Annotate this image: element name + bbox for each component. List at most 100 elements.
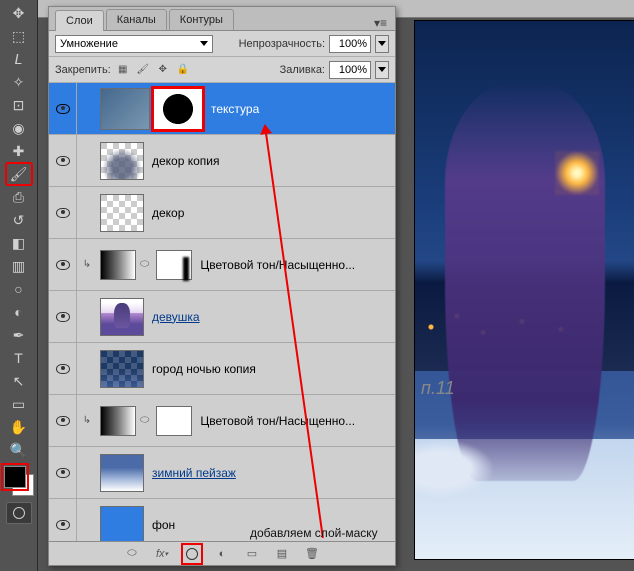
layer-thumbnail[interactable] — [100, 88, 150, 130]
layer-thumbnail[interactable] — [100, 142, 144, 180]
canvas-image: п.11 — [414, 20, 634, 560]
lock-position-icon[interactable]: ✥ — [155, 62, 171, 78]
adjustment-mask-thumbnail[interactable] — [156, 250, 192, 280]
adjustment-thumbnail[interactable] — [100, 406, 136, 436]
fill-dropdown-icon[interactable] — [375, 61, 389, 79]
eye-icon[interactable] — [56, 416, 70, 426]
magic-wand-tool[interactable]: ✧ — [6, 71, 32, 93]
layer-row[interactable]: декор — [49, 187, 395, 239]
gradient-tool[interactable]: ▥ — [6, 255, 32, 277]
eye-icon[interactable] — [56, 156, 70, 166]
fill-input[interactable]: 100% — [329, 61, 371, 79]
tab-layers[interactable]: Слои — [55, 10, 104, 31]
layer-name[interactable]: Цветовой тон/Насыщенно... — [200, 414, 355, 428]
layer-row[interactable]: ↳ ⬭ Цветовой тон/Насыщенно... — [49, 239, 395, 291]
layer-name[interactable]: зимний пейзаж — [152, 466, 236, 480]
eye-icon[interactable] — [56, 520, 70, 530]
layer-row[interactable]: девушка — [49, 291, 395, 343]
eye-icon[interactable] — [56, 364, 70, 374]
brush-tool[interactable]: 🖌 — [6, 163, 32, 185]
layer-name[interactable]: декор копия — [152, 154, 220, 168]
delete-layer-icon[interactable]: 🗑 — [304, 546, 320, 562]
shape-tool[interactable]: ▭ — [6, 393, 32, 415]
blur-tool[interactable]: ○ — [6, 278, 32, 300]
layer-thumbnail[interactable] — [100, 454, 144, 492]
tab-channels[interactable]: Каналы — [106, 9, 167, 30]
adjustment-layer-icon[interactable]: ◐ — [214, 546, 230, 562]
layer-row[interactable]: фон — [49, 499, 395, 541]
opacity-input[interactable]: 100% — [329, 35, 371, 53]
layer-thumbnail[interactable] — [100, 298, 144, 336]
panel-menu-icon[interactable]: ▾≡ — [366, 16, 395, 30]
lock-pixels-icon[interactable]: ▦ — [115, 62, 131, 78]
eye-icon[interactable] — [56, 208, 70, 218]
add-mask-icon[interactable] — [184, 546, 200, 562]
layer-row[interactable]: зимний пейзаж — [49, 447, 395, 499]
healing-tool[interactable]: ✚ — [6, 140, 32, 162]
lock-label: Закрепить: — [55, 64, 111, 76]
color-swatches[interactable] — [4, 466, 34, 496]
opacity-label: Непрозрачность: — [239, 38, 325, 50]
move-tool[interactable]: ✥ — [6, 2, 32, 24]
layer-thumbnail[interactable] — [100, 194, 144, 232]
layer-thumbnail[interactable] — [100, 350, 144, 388]
eyedropper-tool[interactable]: ◉ — [6, 117, 32, 139]
path-select-tool[interactable]: ↖ — [6, 370, 32, 392]
tab-paths[interactable]: Контуры — [169, 9, 234, 30]
zoom-tool[interactable]: 🔍 — [6, 439, 32, 461]
new-layer-icon[interactable]: ▤ — [274, 546, 290, 562]
clip-icon: ↳ — [83, 415, 91, 426]
hand-tool[interactable]: ✋ — [6, 416, 32, 438]
opacity-dropdown-icon[interactable] — [375, 35, 389, 53]
layers-panel: Слои Каналы Контуры ▾≡ Умножение Непрозр… — [48, 6, 396, 566]
blend-mode-select[interactable]: Умножение — [55, 35, 213, 53]
layers-list: текстура декор копия декор ↳ — [49, 83, 395, 541]
foreground-color-swatch[interactable] — [4, 466, 26, 488]
blend-opacity-row: Умножение Непрозрачность: 100% — [49, 31, 395, 57]
adjustment-thumbnail[interactable] — [100, 250, 136, 280]
layer-row[interactable]: город ночью копия — [49, 343, 395, 395]
lock-brush-icon[interactable]: 🖌 — [135, 62, 151, 78]
dodge-tool[interactable]: ◐ — [6, 301, 32, 323]
layer-name[interactable]: город ночью копия — [152, 362, 256, 376]
layer-name[interactable]: текстура — [211, 102, 259, 116]
chevron-down-icon — [200, 41, 208, 46]
clip-icon: ↳ — [83, 259, 91, 270]
marquee-tool[interactable]: ⬚ — [6, 25, 32, 47]
group-icon[interactable]: ▭ — [244, 546, 260, 562]
type-tool[interactable]: T — [6, 347, 32, 369]
layer-name[interactable]: фон — [152, 518, 175, 532]
lasso-tool[interactable]: 𝘓 — [6, 48, 32, 70]
history-brush-tool[interactable]: ↺ — [6, 209, 32, 231]
layer-name[interactable]: Цветовой тон/Насыщенно... — [200, 258, 355, 272]
adjustment-mask-thumbnail[interactable] — [156, 406, 192, 436]
fx-icon[interactable]: fx▾ — [154, 546, 170, 562]
fill-label: Заливка: — [280, 64, 325, 76]
layer-mask-thumbnail[interactable] — [153, 88, 203, 130]
layer-name[interactable]: декор — [152, 206, 184, 220]
blend-mode-value: Умножение — [60, 38, 118, 50]
eye-icon[interactable] — [56, 260, 70, 270]
layer-thumbnail[interactable] — [100, 506, 144, 542]
step-label: п.11 — [421, 378, 455, 399]
pen-tool[interactable]: ✒ — [6, 324, 32, 346]
panel-tabs: Слои Каналы Контуры ▾≡ — [49, 7, 395, 31]
layer-name[interactable]: девушка — [152, 310, 200, 324]
stamp-tool[interactable]: ⎙ — [6, 186, 32, 208]
link-icon: ⬭ — [136, 414, 153, 427]
layer-row[interactable]: ↳ ⬭ Цветовой тон/Насыщенно... — [49, 395, 395, 447]
tools-toolbar: ✥ ⬚ 𝘓 ✧ ⊡ ◉ ✚ 🖌 ⎙ ↺ ◧ ▥ ○ ◐ ✒ T ↖ ▭ ✋ 🔍 — [0, 0, 38, 571]
canvas-area[interactable]: п.11 — [406, 18, 634, 571]
eraser-tool[interactable]: ◧ — [6, 232, 32, 254]
eye-icon[interactable] — [56, 104, 70, 114]
layer-row[interactable]: декор копия — [49, 135, 395, 187]
layer-row[interactable]: текстура — [49, 83, 395, 135]
lock-fill-row: Закрепить: ▦ 🖌 ✥ 🔒 Заливка: 100% — [49, 57, 395, 83]
eye-icon[interactable] — [56, 312, 70, 322]
link-layers-icon[interactable]: ⬭ — [124, 546, 140, 562]
link-icon: ⬭ — [136, 258, 153, 271]
eye-icon[interactable] — [56, 468, 70, 478]
lock-all-icon[interactable]: 🔒 — [175, 62, 191, 78]
quick-mask-toggle[interactable] — [6, 502, 32, 524]
crop-tool[interactable]: ⊡ — [6, 94, 32, 116]
